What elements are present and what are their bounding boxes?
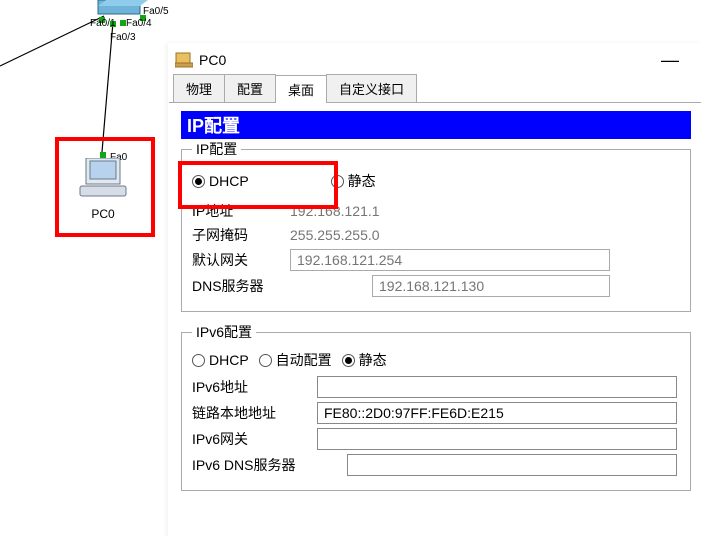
minimize-button[interactable]: — — [661, 50, 679, 71]
mask-label: 子网掩码 — [192, 225, 290, 245]
tab-config[interactable]: 配置 — [224, 74, 276, 102]
ipv6-dns-input[interactable] — [347, 454, 677, 476]
radio-icon — [342, 354, 355, 367]
highlight-pc0 — [55, 137, 155, 237]
gw-input[interactable] — [290, 249, 610, 271]
ipv6-gw-input[interactable] — [317, 428, 677, 450]
ipv6-addr-input[interactable] — [317, 376, 677, 398]
pc-window-icon — [175, 52, 193, 68]
ipv6-fieldset: IPv6配置 DHCP 自动配置 静态 IPv6地址 — [181, 322, 691, 491]
ipv6-auto-radio[interactable]: 自动配置 — [259, 350, 332, 370]
ipv6-gw-label: IPv6网关 — [192, 429, 317, 449]
ipv4-fieldset: IP配置 DHCP 静态 IP地址 192.168.121.1 子网掩码 2 — [181, 139, 691, 312]
ipv4-legend: IP配置 — [192, 139, 241, 159]
tab-desktop[interactable]: 桌面 — [275, 75, 327, 103]
ipv6-dhcp-label: DHCP — [209, 352, 249, 368]
ipv6-legend: IPv6配置 — [192, 322, 256, 342]
ipv6-addr-label: IPv6地址 — [192, 377, 317, 397]
highlight-dhcp — [178, 161, 338, 209]
panel-title: IP配置 — [181, 111, 691, 139]
ipv6-static-label: 静态 — [359, 350, 387, 370]
desktop-content: IP配置 IP配置 DHCP 静态 IP地址 192.168.121.1 — [169, 103, 701, 491]
port-label-fa05: Fa0/5 — [143, 6, 169, 17]
window-title: PC0 — [199, 52, 226, 68]
tab-physical[interactable]: 物理 — [173, 74, 225, 102]
ipv6-dns-label: IPv6 DNS服务器 — [192, 455, 347, 475]
dns-label: DNS服务器 — [192, 276, 372, 296]
port-label-fa03: Fa0/3 — [110, 32, 136, 43]
ipv6-ll-label: 链路本地地址 — [192, 403, 317, 423]
mask-value: 255.255.255.0 — [290, 227, 380, 243]
ipv6-dhcp-radio[interactable]: DHCP — [192, 352, 249, 368]
ipv4-static-label: 静态 — [348, 171, 376, 191]
port-label-fa01: Fa0/1 — [90, 18, 116, 29]
radio-icon — [259, 354, 272, 367]
port-label-fa04: Fa0/4 — [126, 18, 152, 29]
titlebar[interactable]: PC0 — — [169, 44, 701, 77]
tab-custom[interactable]: 自定义接口 — [326, 74, 417, 102]
dns-input[interactable] — [372, 275, 610, 297]
ipv6-auto-label: 自动配置 — [276, 350, 332, 370]
tabs: 物理 配置 桌面 自定义接口 — [169, 77, 701, 103]
topology-canvas: Fa0/1 Fa0/3 Fa0/4 Fa0/5 Fa0 PC0 — [0, 0, 165, 537]
ipv6-ll-input[interactable] — [317, 402, 677, 424]
ipv6-static-radio[interactable]: 静态 — [342, 350, 387, 370]
radio-icon — [192, 354, 205, 367]
pc0-window: PC0 — 物理 配置 桌面 自定义接口 IP配置 IP配置 DHCP 静态 — [168, 43, 702, 537]
gw-label: 默认网关 — [192, 250, 290, 270]
